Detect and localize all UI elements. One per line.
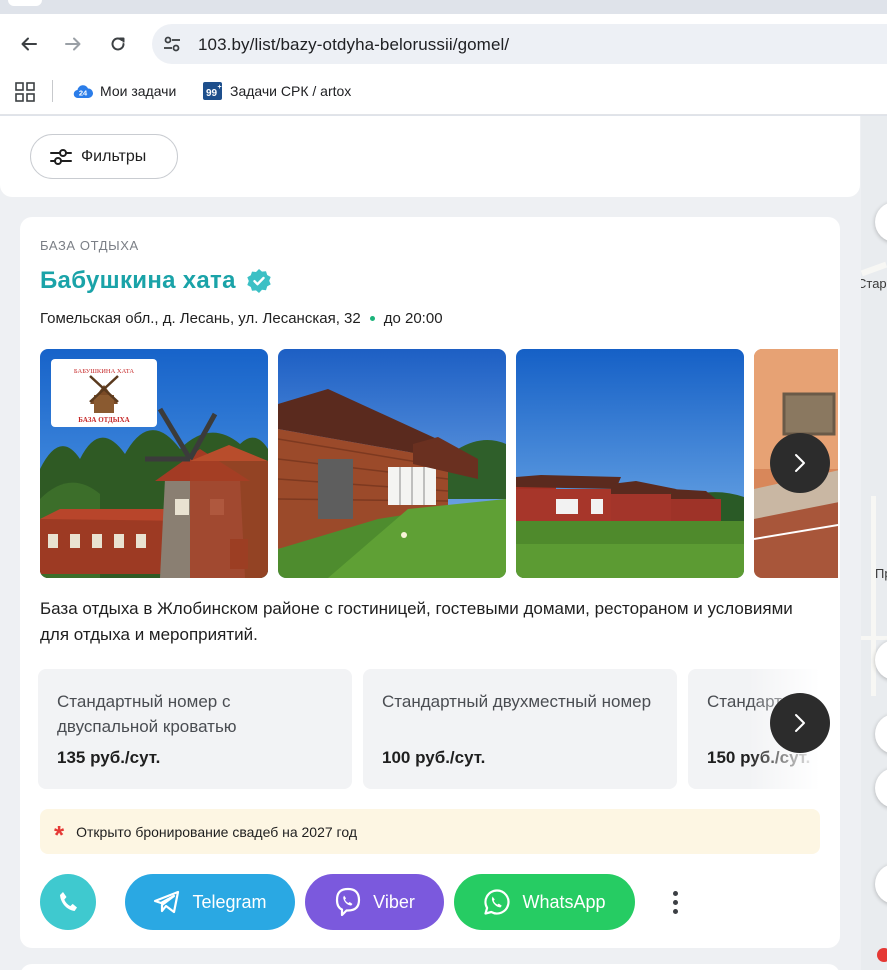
tracker-badge: 99	[206, 88, 218, 99]
cloud-tasks-badge: 24	[79, 89, 88, 98]
room-name: Стандартный двухместный номер	[382, 692, 652, 711]
kebab-dot-icon	[672, 899, 678, 905]
room-price: 135 руб./сут.	[57, 748, 161, 767]
notice-text: Открыто бронирование свадеб на 2027 год	[76, 823, 357, 840]
site-info-icon[interactable]	[162, 34, 182, 54]
active-tab[interactable]	[8, 0, 42, 6]
listing-address[interactable]: Гомельская обл., д. Лесань, ул. Лесанска…	[40, 310, 361, 327]
room-price: 100 руб./сут.	[382, 748, 486, 767]
tab-strip	[0, 0, 887, 14]
map-panel[interactable]: Стара Пр	[861, 116, 887, 970]
map-label: Пр	[875, 566, 887, 581]
bookmark-srk-tasks[interactable]: 99 + Задачи СРК / artox	[203, 80, 351, 102]
promo-notice: * Открыто бронирование свадеб на 2027 го…	[40, 809, 820, 854]
chevron-right-icon	[795, 714, 805, 732]
map-zoom-out-button[interactable]	[875, 714, 887, 754]
viber-label: Viber	[373, 891, 415, 912]
gallery-next-button[interactable]	[770, 433, 830, 493]
listing-address-row: Гомельская обл., д. Лесань, ул. Лесанска…	[40, 310, 443, 327]
gallery-photo[interactable]	[278, 349, 506, 578]
cloud-tasks-icon: 24	[73, 85, 93, 99]
map-control-button[interactable]	[875, 202, 887, 242]
filters-label: Фильтры	[81, 147, 147, 165]
whatsapp-label: WhatsApp	[522, 891, 606, 912]
filters-icon	[50, 148, 72, 165]
photo-cottage	[278, 349, 506, 578]
bookmarks-bar: 24 Мои задачи 99 + Задачи СРК / artox	[0, 74, 887, 115]
reload-icon	[111, 37, 125, 51]
bookmark-my-tasks[interactable]: 24 Мои задачи	[73, 80, 176, 102]
next-listing-card	[20, 964, 840, 970]
rooms-carousel[interactable]: Стандартный номер с двуспальной кроватью…	[38, 669, 838, 789]
rooms-next-button[interactable]	[770, 693, 830, 753]
gallery-photo[interactable]	[516, 349, 744, 578]
open-status-dot	[369, 316, 375, 321]
browser-toolbar: 103.by/list/bazy-otdyha-belorussii/gomel…	[0, 14, 887, 74]
bookmark-label: Задачи СРК / artox	[230, 83, 352, 99]
url-text[interactable]: 103.by/list/bazy-otdyha-belorussii/gomel…	[198, 35, 509, 55]
listing-hours: до 20:00	[383, 310, 443, 327]
address-bar[interactable]: 103.by/list/bazy-otdyha-belorussii/gomel…	[152, 24, 887, 64]
tracker-icon: 99 +	[203, 82, 222, 100]
photo-guest-houses	[516, 349, 744, 578]
map-zoom-in-button[interactable]	[875, 640, 887, 680]
kebab-dot-icon	[672, 908, 678, 914]
bookmarks-separator	[52, 80, 53, 102]
photo-gallery[interactable]: БАБУШКИНА ХАТА БАЗА ОТДЫХА	[40, 349, 838, 578]
arrow-right-icon	[65, 37, 81, 51]
apps-grid-icon[interactable]	[15, 82, 35, 102]
photo-windmill-hotel: БАБУШКИНА ХАТА БАЗА ОТДЫХА	[40, 349, 268, 578]
back-button[interactable]	[15, 30, 43, 58]
room-card[interactable]: Стандартный двухместный номер 100 руб./с…	[363, 669, 677, 789]
listing-title-row: Бабушкина хата	[40, 267, 272, 295]
reload-button[interactable]	[104, 30, 132, 58]
viber-icon	[336, 887, 361, 917]
map-layers-button[interactable]	[875, 864, 887, 904]
gallery-photo[interactable]: БАБУШКИНА ХАТА БАЗА ОТДЫХА	[40, 349, 268, 578]
more-options-button[interactable]	[662, 886, 688, 918]
telegram-button[interactable]: Telegram	[125, 874, 295, 930]
telegram-label: Telegram	[192, 891, 267, 912]
logo-bottom-text: БАЗА ОТДЫХА	[78, 416, 129, 424]
phone-button[interactable]	[40, 874, 96, 930]
room-name: Стандартный номер с двуспальной кроватью	[57, 692, 237, 736]
listing-category: БАЗА ОТДЫХА	[40, 238, 139, 253]
asterisk-icon: *	[54, 819, 65, 850]
logo-top-text: БАБУШКИНА ХАТА	[74, 368, 135, 375]
room-card[interactable]: Стандартный номер с двуспальной кроватью…	[38, 669, 352, 789]
whatsapp-icon	[484, 889, 510, 915]
chevron-right-icon	[795, 454, 805, 472]
telegram-icon	[154, 890, 180, 914]
filters-bar: Фильтры	[0, 116, 860, 197]
kebab-dot-icon	[672, 890, 678, 896]
listing-card: БАЗА ОТДЫХА Бабушкина хата Гомельская об…	[20, 217, 840, 948]
map-locate-button[interactable]	[875, 768, 887, 808]
contact-buttons: Telegram Viber WhatsApp	[40, 874, 820, 930]
map-label: Стара	[861, 276, 887, 291]
arrow-left-icon	[21, 37, 37, 51]
filters-button[interactable]: Фильтры	[30, 134, 178, 179]
phone-icon	[60, 892, 77, 911]
viber-button[interactable]: Viber	[305, 874, 444, 930]
verified-badge-icon	[247, 269, 271, 293]
listing-title[interactable]: Бабушкина хата	[40, 267, 236, 295]
map-pin-icon[interactable]	[877, 948, 887, 962]
listing-description: База отдыха в Жлобинском районе с гостин…	[40, 599, 793, 644]
whatsapp-button[interactable]: WhatsApp	[454, 874, 635, 930]
bookmark-label: Мои задачи	[100, 83, 177, 99]
svg-text:+: +	[217, 84, 221, 91]
page-content: Фильтры Стара Пр БАЗА ОТДЫХА Бабушкина х…	[0, 116, 887, 970]
forward-button[interactable]	[59, 30, 87, 58]
